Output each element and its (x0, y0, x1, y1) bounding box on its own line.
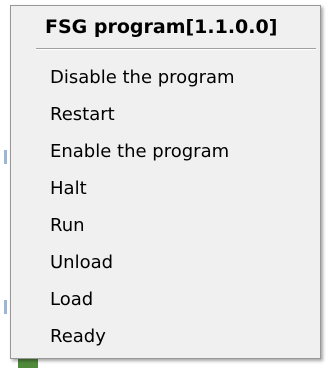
menu-item-run[interactable]: Run (12, 207, 319, 244)
background-window-edge (4, 150, 7, 164)
menu-item-ready[interactable]: Ready (12, 318, 319, 355)
menu-item-halt[interactable]: Halt (12, 170, 319, 207)
background-window-edge (4, 300, 7, 314)
menu-item-disable-program[interactable]: Disable the program (12, 59, 319, 96)
background-window-fragment (18, 359, 38, 368)
menu-separator (36, 48, 316, 50)
menu-item-unload[interactable]: Unload (12, 244, 319, 281)
menu-item-enable-program[interactable]: Enable the program (12, 133, 319, 170)
context-menu: FSG program[1.1.0.0] Disable the program… (10, 5, 321, 359)
menu-item-restart[interactable]: Restart (12, 96, 319, 133)
menu-item-load[interactable]: Load (12, 281, 319, 318)
menu-title: FSG program[1.1.0.0] (45, 16, 278, 38)
